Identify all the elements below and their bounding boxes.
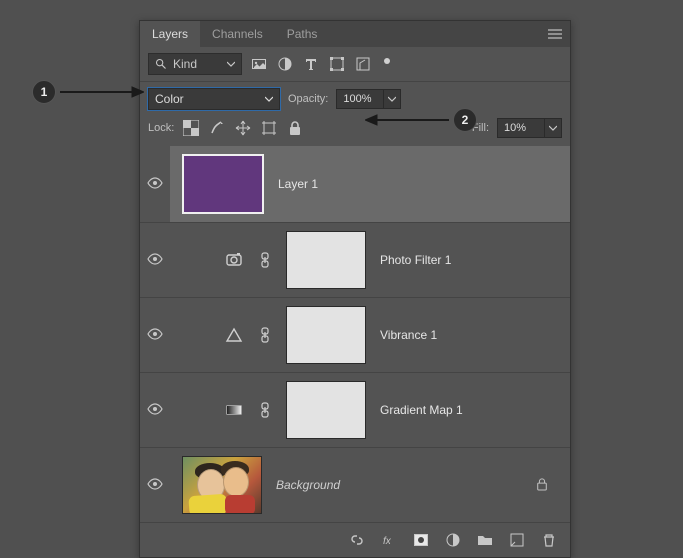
gradient-map-icon bbox=[224, 400, 244, 420]
layer-name[interactable]: Vibrance 1 bbox=[380, 328, 437, 342]
filter-shape-icon[interactable] bbox=[328, 55, 346, 73]
annotation-1: 1 bbox=[32, 80, 144, 104]
link-layers-icon[interactable] bbox=[348, 531, 366, 549]
photo-filter-icon bbox=[224, 250, 244, 270]
layer-row[interactable]: Vibrance 1 bbox=[140, 297, 570, 372]
layer-name[interactable]: Gradient Map 1 bbox=[380, 403, 463, 417]
lock-transparent-icon[interactable] bbox=[182, 119, 200, 137]
opacity-stepper[interactable] bbox=[384, 89, 401, 109]
new-group-icon[interactable] bbox=[476, 531, 494, 549]
add-mask-icon[interactable] bbox=[412, 531, 430, 549]
lock-label: Lock: bbox=[148, 122, 174, 134]
svg-text:fx: fx bbox=[383, 536, 392, 547]
lock-row: Lock: Fill: 10% bbox=[140, 116, 570, 146]
layers-bottom-bar: fx bbox=[140, 522, 570, 557]
layer-name[interactable]: Layer 1 bbox=[278, 177, 318, 191]
layers-list: Layer 1 Photo Filter 1 bbox=[140, 146, 570, 522]
lock-position-icon[interactable] bbox=[234, 119, 252, 137]
lock-all-icon[interactable] bbox=[286, 119, 304, 137]
visibility-toggle[interactable] bbox=[147, 253, 163, 268]
opacity-value[interactable]: 100% bbox=[336, 89, 384, 109]
panel-menu-icon[interactable] bbox=[548, 21, 562, 47]
lock-icons bbox=[182, 119, 304, 137]
fill-stepper[interactable] bbox=[545, 118, 562, 138]
layer-thumbnail[interactable] bbox=[182, 456, 262, 514]
annotation-badge: 1 bbox=[32, 80, 56, 104]
layers-panel: Layers Channels Paths Kind bbox=[139, 20, 571, 558]
arrow-left-icon bbox=[365, 109, 449, 131]
filter-pixel-icon[interactable] bbox=[250, 55, 268, 73]
visibility-toggle[interactable] bbox=[147, 328, 163, 343]
annotation-2: 2 bbox=[365, 108, 477, 132]
visibility-toggle[interactable] bbox=[147, 478, 163, 493]
link-icon[interactable] bbox=[258, 327, 272, 343]
tab-layers[interactable]: Layers bbox=[140, 21, 200, 47]
filter-adjustment-icon[interactable] bbox=[276, 55, 294, 73]
panel-tabs: Layers Channels Paths bbox=[140, 21, 570, 47]
layer-row[interactable]: Gradient Map 1 bbox=[140, 372, 570, 447]
annotation-badge: 2 bbox=[453, 108, 477, 132]
chevron-down-icon bbox=[265, 92, 273, 106]
tab-paths[interactable]: Paths bbox=[275, 21, 330, 47]
filter-type-icons bbox=[250, 55, 390, 73]
arrow-right-icon bbox=[60, 81, 144, 103]
layer-mask-thumbnail[interactable] bbox=[286, 231, 366, 289]
new-adjustment-layer-icon[interactable] bbox=[444, 531, 462, 549]
lock-icon bbox=[536, 477, 548, 494]
lock-image-icon[interactable] bbox=[208, 119, 226, 137]
filter-kind-select[interactable]: Kind bbox=[148, 53, 242, 75]
layer-thumbnail[interactable] bbox=[182, 154, 264, 214]
layer-row[interactable]: Background bbox=[140, 447, 570, 522]
tab-channels[interactable]: Channels bbox=[200, 21, 275, 47]
new-layer-icon[interactable] bbox=[508, 531, 526, 549]
filter-type-icon[interactable] bbox=[302, 55, 320, 73]
layer-row[interactable]: Layer 1 bbox=[140, 146, 570, 222]
layer-name[interactable]: Background bbox=[276, 478, 340, 492]
blend-row: Color Opacity: 100% bbox=[140, 82, 570, 116]
layer-mask-thumbnail[interactable] bbox=[286, 381, 366, 439]
vibrance-icon bbox=[224, 325, 244, 345]
blend-mode-value: Color bbox=[155, 92, 184, 106]
link-icon[interactable] bbox=[258, 252, 272, 268]
layer-mask-thumbnail[interactable] bbox=[286, 306, 366, 364]
filter-smartobject-icon[interactable] bbox=[354, 55, 372, 73]
delete-layer-icon[interactable] bbox=[540, 531, 558, 549]
layer-name[interactable]: Photo Filter 1 bbox=[380, 253, 451, 267]
filter-toggle-dot[interactable] bbox=[384, 58, 390, 64]
opacity-label: Opacity: bbox=[288, 93, 328, 105]
blend-mode-select[interactable]: Color bbox=[148, 88, 280, 110]
layer-style-icon[interactable]: fx bbox=[380, 531, 398, 549]
layer-row[interactable]: Photo Filter 1 bbox=[140, 222, 570, 297]
filter-kind-label: Kind bbox=[173, 57, 197, 71]
filter-bar: Kind bbox=[140, 47, 570, 82]
visibility-toggle[interactable] bbox=[147, 403, 163, 418]
link-icon[interactable] bbox=[258, 402, 272, 418]
fill-value[interactable]: 10% bbox=[497, 118, 545, 138]
chevron-down-icon bbox=[227, 57, 235, 71]
visibility-toggle[interactable] bbox=[147, 177, 163, 192]
lock-artboard-icon[interactable] bbox=[260, 119, 278, 137]
search-icon bbox=[155, 58, 167, 70]
